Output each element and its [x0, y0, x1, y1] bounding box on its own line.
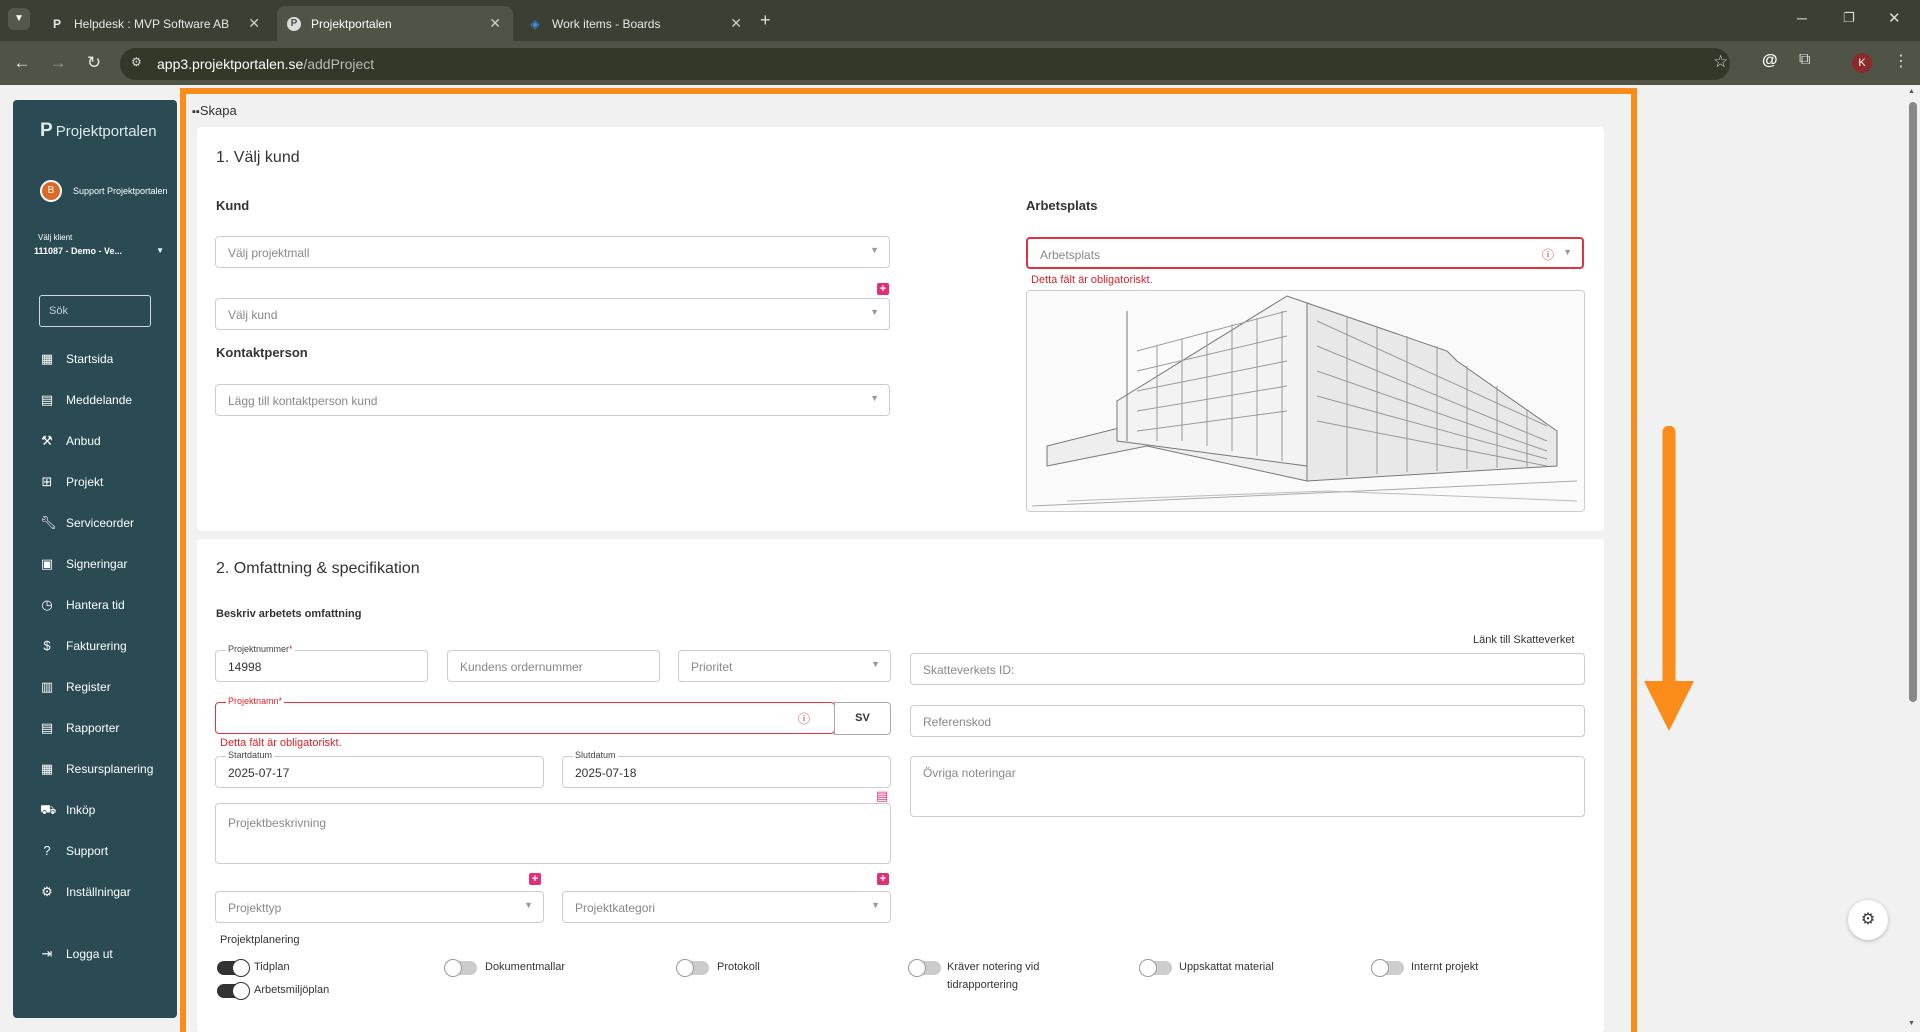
new-tab-icon[interactable]: +	[760, 10, 771, 31]
dashboard-icon: ▦	[40, 351, 54, 366]
sidebar-item-projekt[interactable]: ⊞ Projekt	[40, 474, 104, 490]
bookmark-star-icon[interactable]: ☆	[1713, 52, 1728, 72]
profile-avatar[interactable]: K	[1852, 53, 1872, 73]
document-icon: ▣	[40, 556, 54, 571]
gavel-icon: ⚒	[41, 433, 53, 448]
scrollbar-thumb[interactable]	[1909, 102, 1917, 702]
scroll-up-arrow-icon[interactable]: ▲	[1908, 88, 1915, 95]
reload-icon[interactable]: ↻	[83, 52, 105, 74]
user-name: Support Projektportalen	[73, 186, 168, 196]
client-select[interactable]: 111087 - Demo - Ve... ▼	[34, 246, 164, 256]
tab-list-dropdown[interactable]: ▼	[8, 8, 30, 30]
tab-title: Helpdesk : MVP Software AB	[74, 16, 230, 31]
annotation-scroll-arrow	[1643, 425, 1695, 736]
chevron-down-icon: ▼	[156, 246, 164, 255]
tab-favicon-icon: P	[52, 16, 61, 31]
forward-icon[interactable]: →	[47, 52, 69, 74]
tab-projektportalen[interactable]: P Projektportalen ✕	[277, 6, 513, 41]
sidebar-item-meddelande[interactable]: ▤ Meddelande	[40, 392, 132, 408]
extensions-puzzle-icon[interactable]: ⧉	[1799, 51, 1810, 69]
close-tab-icon[interactable]: ✕	[248, 15, 260, 32]
azure-devops-icon: ◈	[530, 16, 540, 31]
sidebar-item-serviceorder[interactable]: 🔧︎ Serviceorder	[40, 515, 134, 531]
tab-title: Projektportalen	[311, 16, 392, 31]
sidebar-item-rapporter[interactable]: ▤ Rapporter	[40, 720, 120, 736]
wrench-icon: 🔧︎	[40, 515, 57, 530]
sidebar-item-register[interactable]: ▥ Register	[40, 679, 111, 695]
sidebar-item-signeringar[interactable]: ▣ Signeringar	[40, 556, 128, 572]
gear-icon: ⚙	[1860, 911, 1876, 928]
browser-menu-icon[interactable]: ⋮	[1893, 51, 1909, 71]
minimize-window-icon[interactable]: ─	[1797, 10, 1807, 26]
grid-icon: ⊞	[41, 474, 53, 489]
tab-helpdesk[interactable]: P Helpdesk : MVP Software AB ✕	[40, 6, 272, 41]
cart-icon: ⛟	[40, 802, 57, 817]
close-window-icon[interactable]: ✕	[1888, 9, 1901, 27]
message-icon: ▤	[40, 392, 54, 407]
user-avatar[interactable]: B	[40, 180, 62, 202]
tab-title: Work items - Boards	[552, 16, 661, 31]
client-value: 111087 - Demo - Ve...	[34, 246, 123, 256]
annotation-highlight-frame	[180, 88, 1637, 1032]
url-text: app3.projektportalen.se/addProject	[157, 56, 375, 72]
site-info-icon[interactable]: ⚙	[131, 55, 142, 69]
sidebar-item-inkop[interactable]: ⛟ Inköp	[40, 802, 95, 818]
tab-work-items[interactable]: ◈ Work items - Boards ✕	[518, 6, 754, 41]
app-logo[interactable]: P Projektportalen	[40, 120, 157, 142]
sidebar-item-anbud[interactable]: ⚒ Anbud	[40, 433, 101, 449]
help-icon: ?	[43, 843, 51, 858]
sidebar-item-fakturering[interactable]: $ Fakturering	[40, 638, 126, 654]
restore-window-icon[interactable]: ❐	[1843, 10, 1855, 26]
sidebar-item-support[interactable]: ? Support	[40, 843, 108, 859]
scroll-down-arrow-icon[interactable]: ▼	[1908, 1020, 1915, 1027]
calendar-icon: ▦	[40, 761, 54, 776]
sidebar-item-hantera-tid[interactable]: ◷ Hantera tid	[40, 597, 124, 613]
clock-icon: ◷	[41, 597, 53, 612]
back-icon[interactable]: ←	[11, 52, 33, 74]
report-icon: ▤	[40, 720, 54, 735]
logout-button[interactable]: ⇥ Logga ut	[40, 946, 113, 962]
logo-p-icon: P	[40, 120, 53, 141]
sidebar-search-input[interactable]: Sök	[39, 295, 151, 327]
close-tab-icon[interactable]: ✕	[730, 15, 742, 32]
sidebar-item-startsida[interactable]: ▦ Startsida	[40, 351, 114, 367]
settings-fab[interactable]: ⚙	[1848, 900, 1888, 940]
dollar-icon: $	[43, 638, 51, 653]
close-tab-icon[interactable]: ✕	[489, 15, 501, 32]
gear-icon: ⚙	[41, 884, 53, 899]
sidebar-item-resursplanering[interactable]: ▦ Resursplanering	[40, 761, 154, 777]
extension-at-icon[interactable]: @	[1762, 52, 1778, 70]
logout-icon: ⇥	[41, 946, 53, 961]
sidebar-item-installningar[interactable]: ⚙ Inställningar	[40, 884, 131, 900]
tab-favicon-icon: P	[287, 16, 301, 31]
client-label: Välj klient	[38, 233, 73, 242]
register-icon: ▥	[40, 679, 54, 694]
